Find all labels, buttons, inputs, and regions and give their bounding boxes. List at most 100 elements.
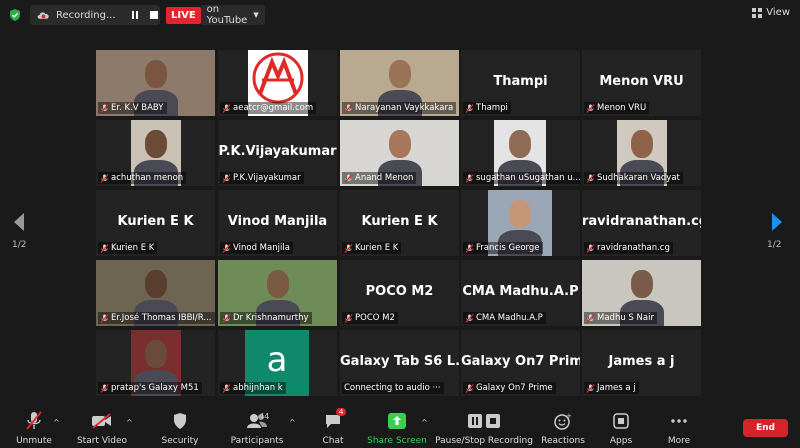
muted-mic-icon [222,313,231,323]
participant-tile[interactable]: Dr Krishnamurthy [218,260,337,326]
participant-name-label: ravidranathan.cg [584,242,673,254]
pause-recording-icon[interactable] [130,9,141,21]
participant-name-label: achuthan menon [98,172,187,184]
participant-name: Menon VRU [597,103,647,113]
participant-tile[interactable]: Sudhakaran Vadyat [582,120,701,186]
participant-face [144,270,167,298]
participant-face [509,200,531,228]
participant-tile[interactable]: aeatcr@gmail.com [218,50,337,116]
muted-mic-icon [465,173,474,183]
participant-tile[interactable]: Menon VRU Menon VRU [582,50,701,116]
share-screen-label: Share Screen [367,436,427,446]
participant-name-label: Kurien E K [98,242,158,254]
participant-tile[interactable]: Vinod Manjila Vinod Manjila [218,190,337,256]
participant-tile[interactable]: Francis George [461,190,580,256]
participant-tile[interactable]: Kurien E K Kurien E K [96,190,215,256]
participant-tile[interactable]: Narayanan Vaykkakara [340,50,459,116]
share-options-chevron-icon[interactable]: ^ [421,418,428,427]
participant-tile[interactable]: pratap's Galaxy M51 [96,330,215,396]
gallery-grid: Er. K.V BABY aeatcr@gmail.com Narayanan Va… [96,50,701,398]
chat-button[interactable]: 4 Chat [318,404,348,448]
participant-name: achuthan menon [111,173,184,183]
reactions-button[interactable]: + Reactions [541,404,585,448]
video-options-chevron-icon[interactable]: ^ [126,418,133,427]
recording-label: Recording... [55,9,116,21]
live-target[interactable]: on YouTube ▼ [200,4,265,26]
page-indicator-right: 1/2 [767,240,782,250]
shield-icon[interactable] [8,8,22,22]
video-off-icon [92,413,111,429]
muted-mic-icon [586,173,595,183]
svg-text:+: + [566,412,572,420]
participant-tile[interactable]: Galaxy On7 Prime Galaxy On7 Prime [461,330,580,396]
live-stream-indicator[interactable]: LIVE on YouTube ▼ [166,4,265,26]
muted-mic-icon [586,103,595,113]
participant-tile[interactable]: Kurien E K Kurien E K [340,190,459,256]
page-indicator-left: 1/2 [12,240,27,250]
participant-face [266,270,289,298]
participant-display-name: Kurien E K [117,214,194,229]
participant-tile[interactable]: Er.José Thomas IBBI/R... [96,260,215,326]
participant-face [145,130,167,158]
share-screen-button[interactable]: Share Screen [367,404,427,448]
chat-badge: 4 [336,408,347,416]
participant-tile[interactable]: Anand Menon [340,120,459,186]
participant-display-name: CMA Madhu.A.P [462,284,579,299]
participant-tile[interactable]: sugathan uSugathan u... [461,120,580,186]
security-button[interactable]: Security [160,404,200,448]
participant-name-label: pratap's Galaxy M51 [98,382,202,394]
participant-tile[interactable]: P.K.Vijayakumar P.K.Vijayakumar [218,120,337,186]
apps-icon [613,413,629,429]
participant-display-name: Vinod Manjila [227,214,328,229]
participants-options-chevron-icon[interactable]: ^ [289,418,296,427]
muted-mic-icon [586,243,595,253]
participant-tile[interactable]: achuthan menon [96,120,215,186]
participant-name: P.K.Vijayakumar [233,173,301,183]
participant-name-label: CMA Madhu.A.P [463,312,546,324]
participants-label: Participants [230,436,284,446]
muted-mic-icon [222,173,231,183]
chevron-down-icon: ▼ [253,11,259,19]
unmute-button[interactable]: Unmute [14,404,54,448]
apps-button[interactable]: Apps [606,404,636,448]
grid-view-icon [752,7,763,18]
end-meeting-button[interactable]: End [743,419,788,437]
participant-tile[interactable]: James a j James a j [582,330,701,396]
participant-tile[interactable]: Madhu S Nair [582,260,701,326]
participant-name-label: Francis George [463,242,543,254]
participant-name: sugathan uSugathan u... [476,173,580,183]
participant-tile[interactable]: a abhijnhan k [218,330,337,396]
participant-display-name: Kurien E K [361,214,438,229]
participant-name: ravidranathan.cg [597,243,670,253]
participant-tile[interactable]: Thampi Thampi [461,50,580,116]
start-video-button[interactable]: Start Video [76,404,128,448]
participant-name-label: Anand Menon [342,172,417,184]
participant-tile[interactable]: Er. K.V BABY [96,50,215,116]
avatar-letter: a [266,340,288,380]
participant-name: abhijnhan k [233,383,283,393]
pause-stop-recording-button[interactable]: Pause/Stop Recording [435,404,533,448]
participant-tile[interactable]: POCO M2 POCO M2 [340,260,459,326]
participant-name-label: Er.José Thomas IBBI/R... [98,312,215,324]
participant-face [631,130,653,158]
participant-tile[interactable]: Galaxy Tab S6 L... Connecting to audio ··… [340,330,459,396]
muted-mic-icon [222,383,231,393]
next-page-icon[interactable] [770,212,784,232]
stop-recording-icon[interactable] [149,9,160,21]
start-video-label: Start Video [76,436,128,446]
participant-name-label: Vinod Manjila [220,242,293,254]
more-button[interactable]: More [664,404,694,448]
participant-name: Vinod Manjila [233,243,290,253]
participant-name: Sudhakaran Vadyat [597,173,680,183]
muted-mic-icon [222,243,231,253]
view-button[interactable]: View [752,7,790,18]
participant-name: Dr Krishnamurthy [233,313,309,323]
previous-page-icon[interactable] [12,212,26,232]
view-label: View [766,7,790,18]
participant-tile[interactable]: ravidranathan.cg ravidranathan.cg [582,190,701,256]
participants-button[interactable]: 44 Participants [230,404,284,448]
audio-options-chevron-icon[interactable]: ^ [53,418,60,427]
participant-tile[interactable]: CMA Madhu.A.P CMA Madhu.A.P [461,260,580,326]
participant-face [145,340,167,368]
participant-name: aeatcr@gmail.com [233,103,314,113]
